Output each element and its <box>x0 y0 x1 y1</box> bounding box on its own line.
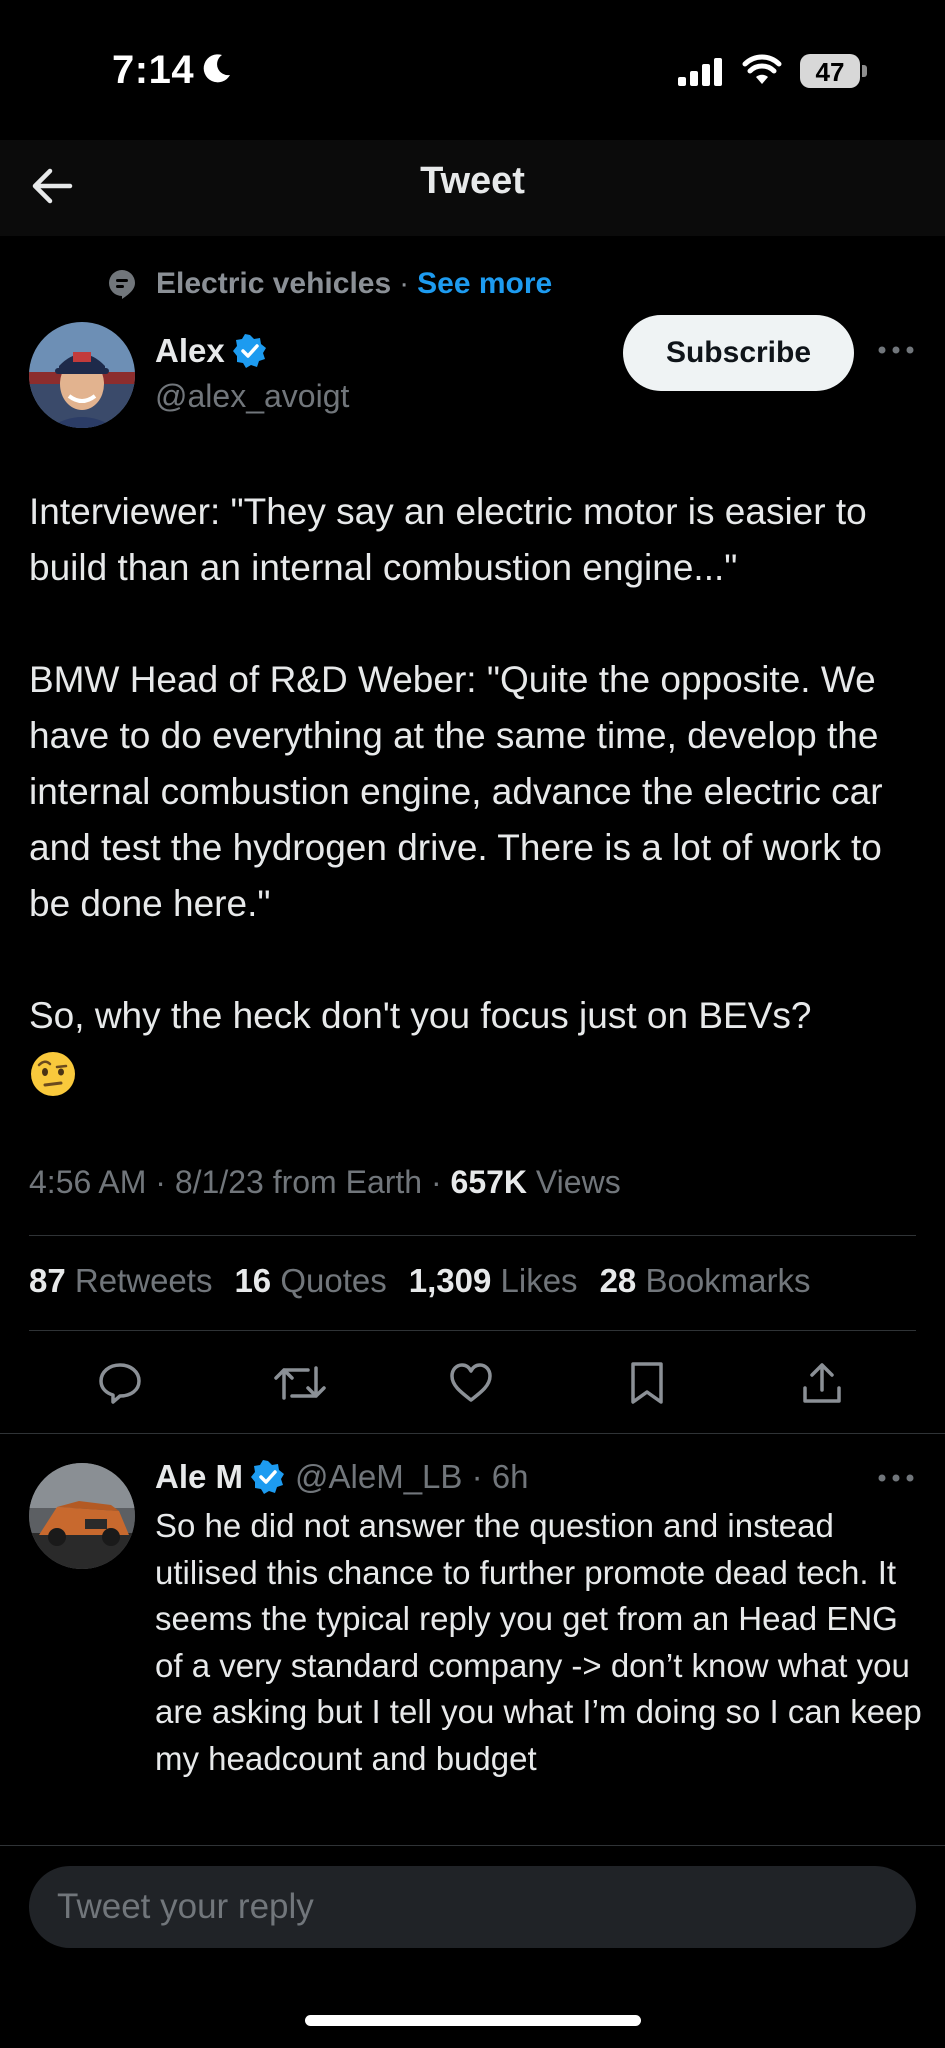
author-name-row: Alex <box>155 332 267 370</box>
topic-label[interactable]: Electric vehicles <box>156 267 391 301</box>
reply-handle-time: @AleM_LB · 6h <box>295 1458 529 1495</box>
header-bar: Tweet <box>0 140 945 236</box>
meta-separator: · <box>430 1164 442 1200</box>
reply-button[interactable] <box>95 1358 145 1408</box>
reply-input[interactable] <box>29 1866 916 1948</box>
divider <box>0 1433 945 1434</box>
tweet-date-source: 8/1/23 from Earth <box>174 1164 423 1200</box>
quotes-label: Quotes <box>280 1262 387 1299</box>
author-handle[interactable]: @alex_avoigt <box>155 378 349 415</box>
tweet-paragraph: Interviewer: "They say an electric motor… <box>29 491 867 588</box>
see-more-link[interactable]: See more <box>417 267 552 301</box>
status-time: 7:14 <box>112 48 195 92</box>
tweet-paragraph: So, why the heck don't you focus just on… <box>29 995 812 1036</box>
subscribe-button[interactable]: Subscribe <box>623 315 854 391</box>
divider <box>29 1330 916 1331</box>
wifi-icon <box>742 54 782 84</box>
retweets-count: 87 <box>29 1262 66 1299</box>
share-button[interactable] <box>797 1358 847 1408</box>
bookmarks-label: Bookmarks <box>645 1262 811 1299</box>
like-icon <box>450 1363 492 1402</box>
tweet-time: 4:56 AM <box>29 1164 147 1200</box>
author-name[interactable]: Alex <box>155 332 225 370</box>
home-indicator[interactable] <box>305 2015 641 2026</box>
verified-badge-icon <box>251 1460 285 1494</box>
reply-avatar[interactable] <box>29 1463 135 1569</box>
reply-header: Ale M @AleM_LB · 6h <box>155 1458 528 1496</box>
bookmark-button[interactable] <box>622 1358 672 1408</box>
reply-text: So he did not answer the question and in… <box>155 1507 922 1777</box>
more-options-icon[interactable] <box>876 340 916 360</box>
tweet-meta: 4:56 AM · 8/1/23 from Earth · 657K Views <box>29 1164 621 1201</box>
signal-icon <box>678 58 722 86</box>
topic-separator: · <box>399 267 410 300</box>
meta-separator: · <box>155 1164 166 1200</box>
reply-icon <box>99 1363 141 1404</box>
like-button[interactable] <box>446 1358 496 1408</box>
status-bar: 7:14 47 <box>0 0 945 140</box>
retweets-label: Retweets <box>74 1262 213 1299</box>
verified-badge-icon <box>232 334 266 368</box>
retweet-button[interactable] <box>270 1358 330 1408</box>
page-title: Tweet <box>420 160 525 202</box>
battery-level: 47 <box>815 57 845 87</box>
likes-stat[interactable]: 1,309 Likes <box>409 1262 578 1300</box>
divider <box>29 1235 916 1236</box>
quotes-stat[interactable]: 16 Quotes <box>234 1262 386 1300</box>
likes-count: 1,309 <box>408 1262 492 1299</box>
author-avatar[interactable] <box>29 322 135 428</box>
views-label: Views <box>535 1164 621 1200</box>
tweet-paragraph: BMW Head of R&D Weber: "Quite the opposi… <box>29 659 883 924</box>
topic-icon <box>109 270 135 299</box>
reply-more-options-icon[interactable] <box>876 1468 916 1488</box>
moon-icon <box>203 54 230 83</box>
quotes-count: 16 <box>234 1262 272 1299</box>
bookmarks-count: 28 <box>599 1262 637 1299</box>
bookmarks-stat[interactable]: 28 Bookmarks <box>600 1262 811 1300</box>
retweet-icon <box>274 1366 326 1400</box>
tweet-stats: 87 Retweets 16 Quotes 1,309 Likes 28 Boo… <box>29 1262 811 1300</box>
reply-author-name[interactable]: Ale M <box>155 1458 243 1496</box>
bookmark-icon <box>631 1362 663 1404</box>
topic-context: Electric vehicles · See more <box>106 262 552 306</box>
tweet-text: Interviewer: "They say an electric motor… <box>29 484 919 1100</box>
share-icon <box>803 1363 841 1403</box>
retweets-stat[interactable]: 87 Retweets <box>29 1262 212 1300</box>
battery-icon: 47 <box>800 54 868 88</box>
likes-label: Likes <box>500 1262 578 1299</box>
views-count[interactable]: 657K <box>451 1164 528 1200</box>
raised-eyebrow-emoji-icon <box>31 1052 75 1097</box>
